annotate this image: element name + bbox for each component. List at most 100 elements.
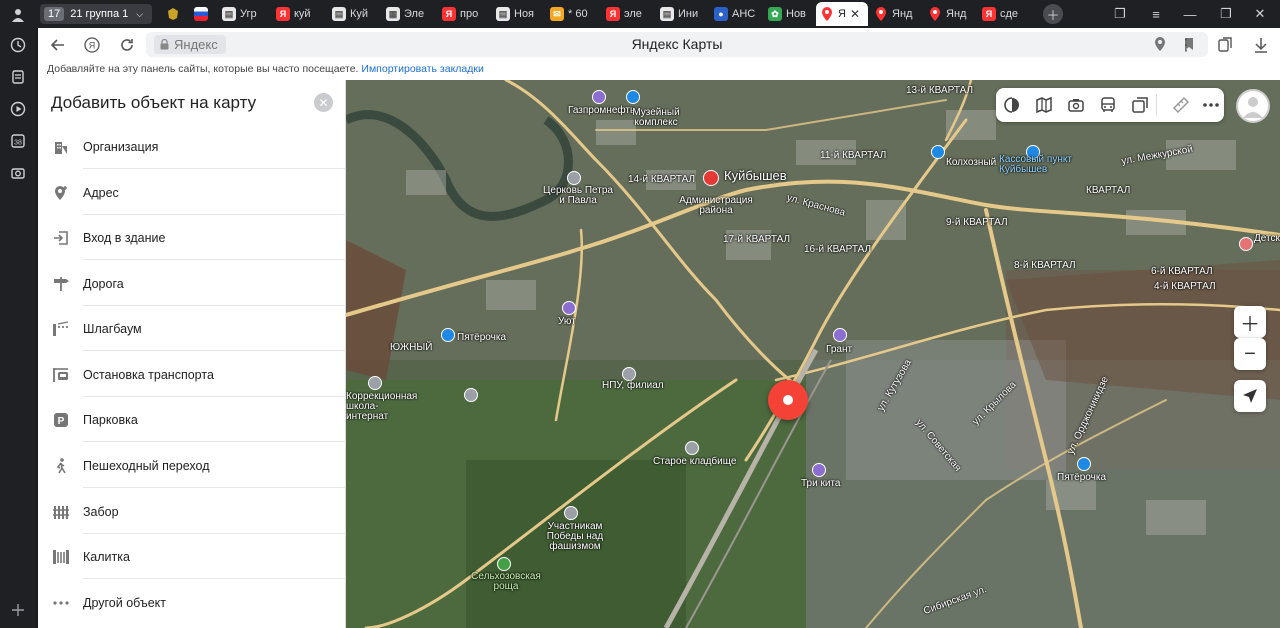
tab-title: Янд bbox=[892, 8, 913, 20]
history-icon[interactable] bbox=[8, 35, 28, 55]
url-field[interactable]: Яндекс Яндекс Карты bbox=[146, 32, 1208, 57]
object-type-address[interactable]: Адрес bbox=[38, 170, 346, 215]
close-tab-icon[interactable]: ✕ bbox=[850, 7, 860, 21]
collections-button-icon[interactable] bbox=[1214, 34, 1236, 56]
tab-title: АНС bbox=[732, 8, 756, 20]
import-bookmarks-link[interactable]: Импортировать закладки bbox=[361, 63, 483, 75]
object-type-label: Адрес bbox=[83, 185, 119, 200]
zoom-in-button[interactable]: ＋ bbox=[1234, 306, 1266, 338]
city-center-marker[interactable] bbox=[703, 170, 719, 186]
monument-marker[interactable] bbox=[564, 506, 578, 520]
zoom-out-button[interactable]: − bbox=[1234, 338, 1266, 370]
add-object-panel: Добавить объект на карту ✕ Организация А… bbox=[38, 80, 346, 628]
tab-8[interactable]: Я эле bbox=[606, 2, 654, 26]
shop-marker[interactable] bbox=[833, 328, 847, 342]
more-vertical-icon[interactable]: ⋮ bbox=[1175, 34, 1197, 56]
object-type-bus-stop[interactable]: Остановка транспорта bbox=[38, 352, 346, 397]
parking-icon: P bbox=[52, 411, 70, 429]
menu-icon[interactable]: ≡ bbox=[1146, 4, 1166, 24]
chevron-down-icon[interactable]: ⌵ bbox=[136, 9, 143, 20]
download-icon[interactable] bbox=[1250, 34, 1272, 56]
avatar[interactable] bbox=[1236, 89, 1270, 123]
map-mode-icon[interactable] bbox=[1034, 95, 1054, 115]
tab-active-maps[interactable]: Я ✕ bbox=[816, 2, 868, 26]
museum-marker[interactable] bbox=[626, 90, 640, 104]
school-marker[interactable] bbox=[368, 376, 382, 390]
pinned-tab-gosuslugi[interactable] bbox=[194, 2, 214, 26]
close-icon[interactable]: ✕ bbox=[314, 93, 333, 112]
reload-button[interactable] bbox=[116, 34, 138, 56]
object-type-road[interactable]: Дорога bbox=[38, 261, 346, 306]
place-marker[interactable] bbox=[464, 388, 478, 402]
university-marker[interactable] bbox=[622, 367, 636, 381]
collections-icon[interactable] bbox=[8, 67, 28, 87]
shop-marker[interactable] bbox=[1077, 457, 1091, 471]
tab-11[interactable]: ✿ Нов bbox=[768, 2, 816, 26]
object-type-other[interactable]: Другой объект bbox=[38, 580, 346, 625]
tab-5[interactable]: Я про bbox=[442, 2, 490, 26]
panorama-camera-icon[interactable] bbox=[1066, 95, 1086, 115]
calendar-icon[interactable]: 38 bbox=[8, 131, 28, 151]
restore-button[interactable]: ❐ bbox=[1216, 4, 1236, 24]
pinned-tab-emblem[interactable] bbox=[166, 2, 186, 26]
map-canvas[interactable]: Газпромнефть Музейный комплекс Церковь П… bbox=[346, 80, 1280, 628]
hotel-marker[interactable] bbox=[562, 301, 576, 315]
tab-13[interactable]: Янд bbox=[874, 2, 922, 26]
church-marker[interactable] bbox=[567, 171, 581, 185]
address-bar: Я Яндекс Яндекс Карты ⋮ bbox=[38, 28, 1280, 61]
yandex-icon: Я bbox=[442, 7, 456, 21]
object-type-crosswalk[interactable]: Пешеходный переход bbox=[38, 443, 346, 488]
tab-strip: 17 21 группа 1 ⌵ ▤ Угр Я куй ▤ Куй ▦ Эле… bbox=[36, 0, 1280, 28]
tab-10[interactable]: ● АНС bbox=[714, 2, 762, 26]
tab-9[interactable]: ▤ Ини bbox=[660, 2, 708, 26]
geolocation-button[interactable] bbox=[1234, 380, 1266, 412]
clinic-marker[interactable] bbox=[1239, 237, 1253, 251]
minimize-button[interactable]: — bbox=[1180, 4, 1200, 24]
map-label: ЮЖНЫЙ bbox=[390, 342, 433, 353]
more-horizontal-icon[interactable] bbox=[1201, 95, 1221, 115]
object-type-gate[interactable]: Калитка bbox=[38, 534, 346, 579]
tabs-overview-icon[interactable]: ❐ bbox=[1110, 4, 1130, 24]
transit-icon[interactable] bbox=[1098, 95, 1118, 115]
map-label: Пятёрочка bbox=[1057, 472, 1107, 483]
close-window-button[interactable]: ✕ bbox=[1250, 4, 1270, 24]
add-panel-icon[interactable] bbox=[8, 600, 28, 620]
video-icon[interactable] bbox=[8, 99, 28, 119]
tab-6[interactable]: ▤ Ноя bbox=[496, 2, 544, 26]
market-marker[interactable] bbox=[931, 145, 945, 159]
object-type-fence[interactable]: Забор bbox=[38, 489, 346, 534]
tab-group[interactable]: 17 21 группа 1 ⌵ bbox=[40, 4, 152, 24]
cemetery-marker[interactable] bbox=[685, 441, 699, 455]
location-pin-icon[interactable] bbox=[1154, 37, 1166, 56]
traffic-panels-icon[interactable] bbox=[1130, 95, 1150, 115]
toolbar-divider bbox=[1156, 94, 1157, 116]
tab-15[interactable]: Я сде bbox=[982, 2, 1030, 26]
object-type-organization[interactable]: Организация bbox=[38, 124, 346, 169]
object-type-parking[interactable]: P Парковка bbox=[38, 397, 346, 442]
ruler-icon[interactable] bbox=[1171, 95, 1191, 115]
back-button[interactable] bbox=[47, 34, 69, 56]
object-type-entrance[interactable]: Вход в здание bbox=[38, 215, 346, 260]
selected-location-pin[interactable] bbox=[768, 380, 808, 420]
tab-4[interactable]: ▦ Эле bbox=[386, 2, 434, 26]
bookmarks-hint: Добавляйте на эту панель сайты, которые … bbox=[47, 63, 359, 75]
screenshot-icon[interactable] bbox=[8, 163, 28, 183]
shop-marker[interactable] bbox=[441, 328, 455, 342]
shop-marker[interactable] bbox=[812, 463, 826, 477]
tab-14[interactable]: Янд bbox=[928, 2, 976, 26]
fuel-station-marker[interactable] bbox=[592, 90, 606, 104]
object-type-barrier[interactable]: Шлагбаум bbox=[38, 306, 346, 351]
tab-7[interactable]: ✉ * 60 bbox=[550, 2, 598, 26]
tab-3[interactable]: ▤ Куй bbox=[332, 2, 378, 26]
new-tab-button[interactable]: ＋ bbox=[1043, 4, 1063, 24]
tab-2[interactable]: Я куй bbox=[276, 2, 326, 26]
yandex-icon: Я bbox=[276, 7, 290, 21]
map-label: НПУ, филиал bbox=[602, 380, 664, 391]
tab-title: Ини bbox=[678, 8, 699, 20]
yandex-logo-icon[interactable]: Я bbox=[81, 34, 103, 56]
tab-1[interactable]: ▤ Угр bbox=[222, 2, 268, 26]
tab-title: сде bbox=[1000, 8, 1019, 20]
profile-icon[interactable] bbox=[8, 5, 28, 25]
layers-icon[interactable] bbox=[1002, 95, 1022, 115]
park-marker[interactable] bbox=[497, 557, 511, 571]
